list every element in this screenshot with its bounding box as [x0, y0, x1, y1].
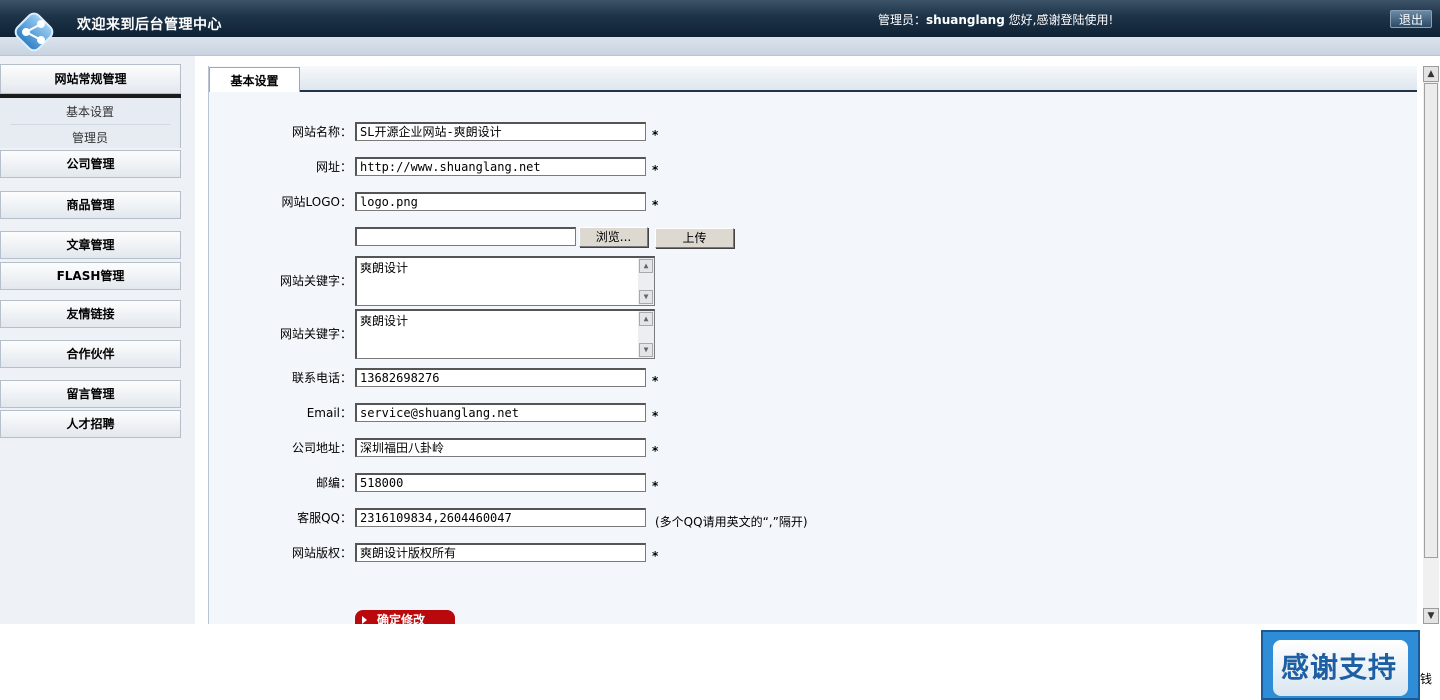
network-logo-icon [14, 12, 54, 52]
sidebar-section-messages[interactable]: 留言管理 [0, 380, 181, 408]
cut-off-text: 钱 [1420, 672, 1433, 686]
sidebar-section-partners[interactable]: 合作伙伴 [0, 340, 181, 368]
sidebar-section-company[interactable]: 公司管理 [0, 150, 181, 178]
page-scrollbar[interactable]: ▲ ▼ [1423, 66, 1439, 624]
scroll-up-icon[interactable]: ▲ [639, 312, 653, 326]
description-text: 爽朗设计 [360, 314, 409, 328]
qq-hint: (多个QQ请用英文的“,”隔开) [655, 515, 808, 529]
required-mark: * [652, 374, 659, 388]
required-mark: * [652, 198, 659, 212]
copyright-input[interactable]: 爽朗设计版权所有 [355, 543, 646, 562]
keywords-text: 爽朗设计 [360, 261, 409, 275]
required-mark: * [652, 549, 659, 563]
support-badge[interactable]: 感谢支持 [1261, 630, 1420, 700]
url-input[interactable]: http://www.shuanglang.net [355, 157, 646, 176]
upload-button[interactable]: 上传 [655, 228, 734, 248]
sidebar-section-links[interactable]: 友情链接 [0, 300, 181, 328]
logo-label: 网站LOGO： [281, 195, 352, 209]
browse-button[interactable]: 浏览... [579, 227, 648, 247]
scroll-down-icon[interactable]: ▼ [1423, 608, 1439, 624]
site-name-label: 网站名称： [291, 125, 352, 139]
scroll-up-icon[interactable]: ▲ [639, 259, 653, 273]
tab-basic-settings[interactable]: 基本设置 [209, 67, 300, 92]
url-label: 网址： [315, 160, 352, 174]
sidebar-section-site-general[interactable]: 网站常规管理 [0, 64, 181, 94]
welcome-prefix: 管理员： [878, 13, 927, 27]
sidebar-section-jobs[interactable]: 人才招聘 [0, 410, 181, 438]
arrow-right-icon [362, 616, 367, 624]
sidebar-section-articles[interactable]: 文章管理 [0, 231, 181, 259]
sidebar-item-admins[interactable]: 管理员 [0, 129, 180, 146]
qq-label: 客服QQ： [297, 511, 352, 525]
welcome-suffix: 您好,感谢登陆使用! [1004, 13, 1114, 27]
address-input[interactable]: 深圳福田八卦岭 [355, 438, 646, 457]
sidebar-section-products[interactable]: 商品管理 [0, 191, 181, 219]
keywords-label: 网站关键字： [279, 274, 352, 288]
header-strip [0, 37, 1440, 56]
required-mark: * [652, 163, 659, 177]
zip-label: 邮编： [315, 476, 352, 490]
description-label: 网站关键字： [279, 327, 352, 341]
required-mark: * [652, 444, 659, 458]
submit-button[interactable]: 确定修改 [355, 610, 455, 624]
admin-username: shuanglang [926, 13, 1005, 27]
submit-label: 确定修改 [377, 613, 426, 624]
phone-input[interactable]: 13682698276 [355, 368, 646, 387]
email-input[interactable]: service@shuanglang.net [355, 403, 646, 422]
required-mark: * [652, 128, 659, 142]
copyright-label: 网站版权： [291, 546, 352, 560]
keywords-textarea[interactable]: 爽朗设计 ▲ ▼ [355, 256, 655, 306]
tab-strip: 基本设置 [209, 66, 1417, 92]
sidebar-section-flash[interactable]: FLASH管理 [0, 262, 181, 290]
scroll-down-icon[interactable]: ▼ [639, 343, 653, 357]
required-mark: * [652, 479, 659, 493]
logo-input[interactable]: logo.png [355, 192, 646, 211]
address-label: 公司地址： [291, 441, 352, 455]
description-textarea[interactable]: 爽朗设计 ▲ ▼ [355, 309, 655, 359]
textarea-scrollbar[interactable]: ▲ ▼ [638, 311, 654, 358]
logout-button[interactable]: 退出 [1390, 10, 1432, 28]
scroll-down-icon[interactable]: ▼ [639, 290, 653, 304]
file-path-input[interactable] [355, 227, 576, 246]
scrollbar-thumb[interactable] [1424, 83, 1438, 558]
textarea-scrollbar[interactable]: ▲ ▼ [638, 258, 654, 305]
sidebar-submenu: 基本设置 管理员 [0, 98, 181, 148]
welcome-text: 管理员：shuanglang 您好,感谢登陆使用! [878, 11, 1113, 28]
app-title: 欢迎来到后台管理中心 [77, 17, 222, 33]
submenu-divider [10, 124, 170, 125]
qq-input[interactable]: 2316109834,2604460047 [355, 508, 646, 527]
email-label: Email： [306, 406, 352, 420]
top-header: 欢迎来到后台管理中心 管理员：shuanglang 您好,感谢登陆使用! 退出 [0, 0, 1440, 37]
site-name-input[interactable]: SL开源企业网站-爽朗设计 [355, 122, 646, 141]
required-mark: * [652, 409, 659, 423]
scroll-up-icon[interactable]: ▲ [1423, 66, 1439, 82]
badge-text: 感谢支持 [1281, 651, 1398, 684]
sidebar-item-basic-settings[interactable]: 基本设置 [0, 103, 180, 120]
zip-input[interactable]: 518000 [355, 473, 646, 492]
phone-label: 联系电话： [291, 371, 352, 385]
